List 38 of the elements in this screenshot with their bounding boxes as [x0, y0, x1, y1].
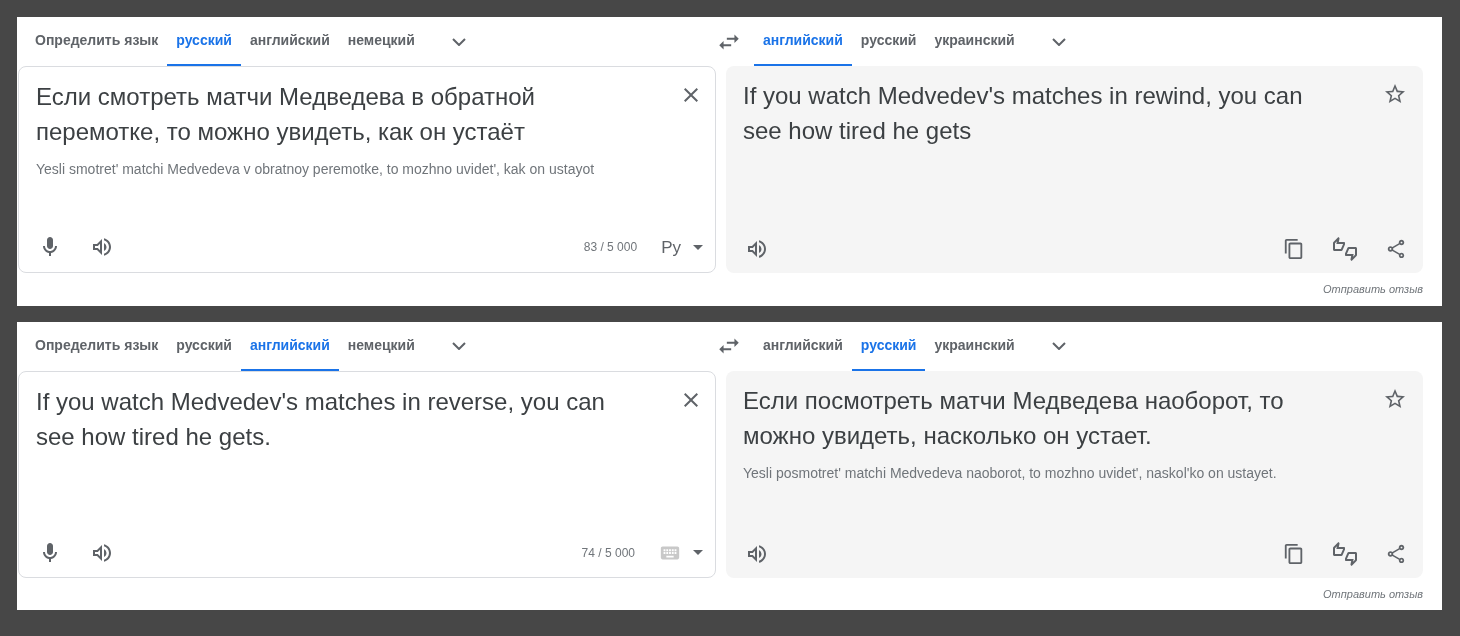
language-tab[interactable]: русский: [167, 17, 241, 66]
translation-text: If you watch Medvedev's matches in rewind, you can see how tired he gets: [743, 81, 1304, 146]
transliteration-text: Yesli smotret' matchi Medvedeva v obratnoy peremotke, to mozhno uvidet', kak on ustayot: [36, 160, 596, 179]
share-button[interactable]: [1385, 238, 1407, 260]
language-tab[interactable]: английский: [240, 321, 339, 371]
translation-text: Если посмотреть матчи Медведева наоборот, то можно увидеть, насколько он устает.: [743, 385, 1285, 451]
caret-icon: [693, 244, 703, 250]
chevron-down-icon: [1051, 342, 1066, 350]
star-button[interactable]: [1383, 82, 1407, 106]
language-tab[interactable]: русский: [167, 321, 241, 371]
chevron-down-icon: [451, 37, 466, 46]
rate-translation-button[interactable]: [1333, 541, 1357, 566]
send-feedback-link[interactable]: Отправить отзыв: [1323, 281, 1423, 298]
source-text-field[interactable]: If you watch Medvedev's matches in reverse, you can see how tired he gets.: [36, 383, 679, 454]
rate-translation-button[interactable]: [1333, 237, 1357, 261]
language-tab[interactable]: английский: [240, 17, 339, 66]
copy-button[interactable]: [1283, 238, 1305, 260]
character-count: 83 / 5 000: [583, 239, 638, 257]
transliteration-text: Yesli posmotret' matchi Medvedeva naoborot, to mozhno uvidet', naskol'ko on ustayet.: [743, 463, 1278, 483]
speaker-button[interactable]: [745, 237, 769, 261]
language-tab[interactable]: Определить язык: [26, 321, 168, 371]
input-tool-button[interactable]: Ру: [661, 234, 703, 260]
character-count: 74 / 5 000: [581, 544, 635, 562]
chevron-down-icon: [451, 342, 466, 350]
source-text-field[interactable]: Если смотреть матчи Медведева в обратной перемотке, то можно увидеть, как он устаёт: [36, 79, 679, 149]
caret-icon: [693, 550, 703, 555]
language-tab[interactable]: украинский: [925, 17, 1024, 66]
share-button[interactable]: [1385, 542, 1407, 565]
chevron-down-icon: [1051, 37, 1066, 46]
input-tool-label: Ру: [661, 236, 681, 259]
language-tab[interactable]: Определить язык: [26, 17, 168, 66]
send-feedback-link[interactable]: Отправить отзыв: [1323, 585, 1423, 602]
language-tab[interactable]: немецкий: [338, 17, 424, 66]
language-tab[interactable]: английский: [754, 321, 852, 371]
language-tab[interactable]: русский: [851, 17, 926, 66]
copy-button[interactable]: [1283, 542, 1305, 565]
language-tab[interactable]: немецкий: [338, 321, 424, 371]
language-tab[interactable]: украинский: [925, 321, 1024, 371]
